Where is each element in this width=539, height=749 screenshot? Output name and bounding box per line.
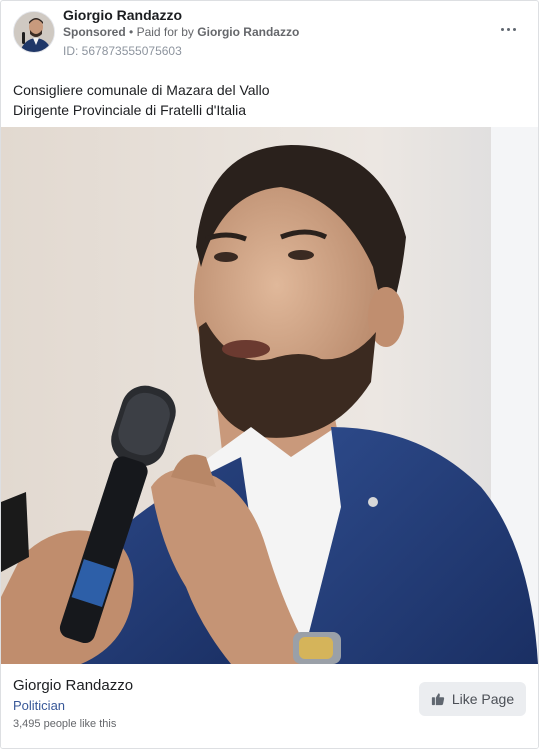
- like-page-button[interactable]: Like Page: [419, 682, 526, 716]
- page-info-footer: Giorgio Randazzo Politician 3,495 people…: [1, 664, 538, 748]
- post-message: Consigliere comunale di Mazara del Vallo…: [13, 80, 523, 120]
- post-line-2: Dirigente Provinciale di Fratelli d'Ital…: [13, 102, 246, 118]
- page-name-link[interactable]: Giorgio Randazzo: [63, 6, 182, 24]
- thumbs-up-icon: [431, 693, 445, 706]
- sponsored-label[interactable]: Sponsored: [63, 25, 126, 39]
- avatar-image: [14, 12, 54, 52]
- more-options-button[interactable]: [496, 19, 520, 39]
- post-line-1: Consigliere comunale di Mazara del Vallo: [13, 82, 270, 98]
- sponsored-line: Sponsored • Paid for by Giorgio Randazzo: [63, 24, 299, 40]
- more-horizontal-icon: [499, 27, 517, 31]
- ad-id: ID: 567873555075603: [63, 44, 182, 58]
- page-likes-count: 3,495 people like this: [13, 718, 117, 730]
- ad-header: Giorgio Randazzo Sponsored • Paid for by…: [1, 1, 538, 71]
- ad-image[interactable]: [1, 127, 538, 664]
- ad-card: Giorgio Randazzo Sponsored • Paid for by…: [0, 0, 539, 749]
- payer-name[interactable]: Giorgio Randazzo: [197, 25, 299, 39]
- footer-page-name[interactable]: Giorgio Randazzo: [13, 677, 133, 695]
- portrait-photo: [1, 127, 538, 664]
- page-category: Politician: [13, 698, 66, 713]
- like-page-label: Like Page: [451, 691, 515, 707]
- meta-separator: •: [129, 25, 134, 39]
- page-avatar[interactable]: [13, 11, 55, 53]
- paid-for-prefix: Paid for by: [136, 25, 194, 39]
